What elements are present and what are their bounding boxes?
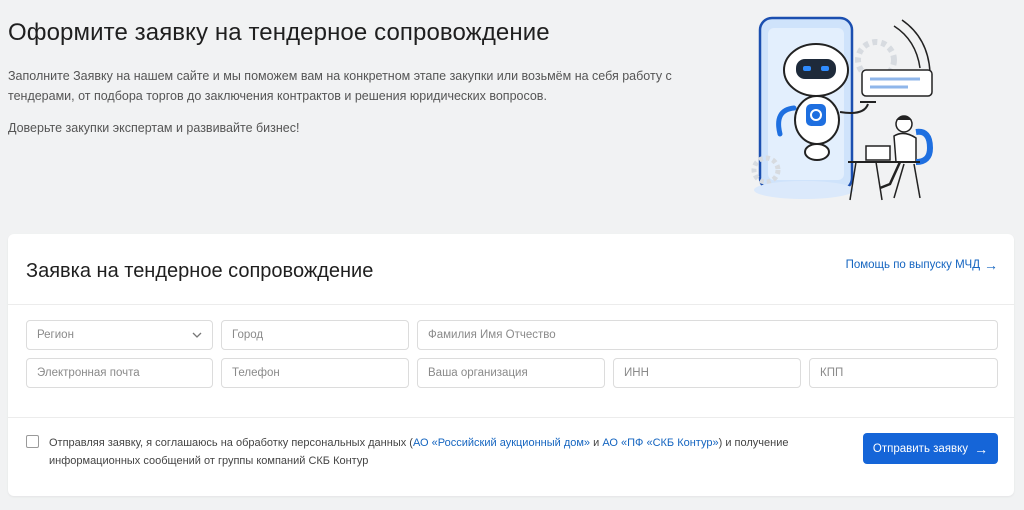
region-select[interactable]: Регион (26, 320, 213, 350)
form-title: Заявка на тендерное сопровождение (26, 260, 374, 282)
divider (8, 417, 1014, 418)
arrow-right-icon: → (984, 257, 998, 273)
hero-description: Заполните Заявку на нашем сайте и мы пом… (8, 69, 672, 103)
fio-input[interactable] (428, 329, 987, 341)
email-field-wrap (26, 358, 213, 388)
consent-text: Отправляя заявку, я соглашаюсь на обрабо… (49, 434, 826, 470)
chevron-down-icon (192, 332, 202, 338)
phone-input[interactable] (232, 367, 398, 379)
help-mchd-link[interactable]: Помощь по выпуску МЧД → (846, 258, 998, 272)
city-field-wrap (221, 320, 409, 350)
consent-checkbox[interactable] (26, 435, 39, 448)
hero-note: Доверьте закупки экспертам и развивайте … (8, 121, 300, 135)
arrow-right-icon: → (974, 440, 989, 457)
organization-field-wrap (417, 358, 605, 388)
email-input[interactable] (37, 367, 202, 379)
page-title: Оформите заявку на тендерное сопровожден… (8, 19, 550, 46)
consent-block: Отправляя заявку, я соглашаюсь на обрабо… (26, 434, 826, 470)
hero-section: Оформите заявку на тендерное сопровожден… (0, 0, 1024, 232)
city-input[interactable] (232, 329, 398, 341)
region-select-label: Регион (37, 329, 74, 341)
phone-field-wrap (221, 358, 409, 388)
submit-button[interactable]: Отправить заявку → (863, 433, 998, 464)
kpp-input[interactable] (820, 367, 987, 379)
kpp-field-wrap (809, 358, 998, 388)
divider (8, 304, 1014, 305)
inn-input[interactable] (624, 367, 790, 379)
skb-kontur-link[interactable]: АО «ПФ «СКБ Контур» (602, 437, 718, 449)
application-form-card: Заявка на тендерное сопровождение Помощь… (8, 234, 1014, 496)
fio-field-wrap (417, 320, 998, 350)
inn-field-wrap (613, 358, 801, 388)
robot-illustration (751, 16, 934, 201)
help-link-label: Помощь по выпуску МЧД (845, 259, 980, 271)
submit-button-label: Отправить заявку (872, 442, 969, 455)
organization-input[interactable] (428, 367, 594, 379)
rad-link[interactable]: АО «Российский аукционный дом» (413, 437, 590, 449)
consent-prefix: Отправляя заявку, я соглашаюсь на обрабо… (49, 437, 413, 449)
consent-middle: и (590, 437, 603, 449)
